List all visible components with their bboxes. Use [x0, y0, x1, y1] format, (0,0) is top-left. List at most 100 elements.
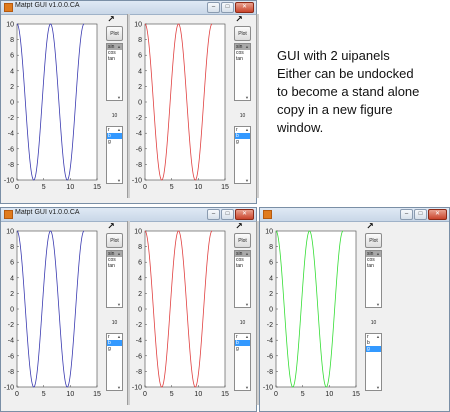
plot-axes[interactable]: 1086420-2-4-6-8-100 5 10 15 — [129, 18, 229, 198]
scroll-down-icon[interactable]: ▼ — [376, 385, 380, 390]
scroll-down-icon[interactable]: ▼ — [376, 302, 380, 307]
list-item[interactable]: tan — [107, 56, 122, 62]
matlab-figure-icon — [4, 3, 13, 12]
list-item[interactable]: tan — [235, 56, 250, 62]
y-tick-label: -10 — [4, 178, 14, 185]
color-listbox[interactable]: r b g ▲ ▼ — [234, 126, 251, 184]
function-listbox[interactable]: sin cos tan ▲ ▼ — [234, 43, 251, 101]
undock-arrow-icon[interactable]: ↗ — [234, 14, 244, 24]
scroll-down-icon[interactable]: ▼ — [245, 178, 249, 183]
title-bar[interactable]: – □ ✕ — [260, 208, 449, 222]
x-tick-label: 10 — [194, 391, 202, 398]
panel-divider — [256, 14, 259, 198]
matlab-figure-icon — [263, 210, 272, 219]
x-tick-label: 10 — [66, 391, 74, 398]
scroll-up-icon[interactable]: ▲ — [117, 127, 121, 132]
undock-arrow-icon[interactable]: ↗ — [234, 221, 244, 231]
scroll-up-icon[interactable]: ▲ — [245, 127, 249, 132]
close-button[interactable]: ✕ — [428, 209, 447, 220]
y-tick-label: 4 — [10, 275, 14, 282]
annotation-line: window. — [277, 120, 324, 135]
scroll-up-icon[interactable]: ▲ — [245, 251, 249, 256]
number-field[interactable]: 10 — [234, 319, 251, 327]
close-button[interactable]: ✕ — [235, 209, 254, 220]
y-tick-label: 0 — [269, 307, 273, 314]
maximize-button[interactable]: □ — [414, 209, 427, 220]
y-tick-label: -10 — [132, 178, 142, 185]
x-tick-label: 0 — [15, 184, 19, 191]
function-listbox[interactable]: sin cos tan ▲ ▼ — [365, 250, 382, 308]
plot-button[interactable]: Plot — [106, 26, 123, 41]
function-listbox[interactable]: sin cos tan ▲ ▼ — [234, 250, 251, 308]
list-item[interactable]: g — [235, 346, 250, 352]
list-item[interactable]: tan — [107, 263, 122, 269]
scroll-down-icon[interactable]: ▼ — [117, 385, 121, 390]
minimize-button[interactable]: – — [207, 209, 220, 220]
undock-arrow-icon[interactable]: ↗ — [106, 221, 116, 231]
scroll-down-icon[interactable]: ▼ — [245, 385, 249, 390]
close-button[interactable]: ✕ — [235, 2, 254, 13]
scroll-up-icon[interactable]: ▲ — [376, 251, 380, 256]
x-tick-label: 0 — [143, 184, 147, 191]
scroll-up-icon[interactable]: ▲ — [117, 334, 121, 339]
scroll-down-icon[interactable]: ▼ — [117, 95, 121, 100]
function-listbox[interactable]: sin cos tan ▲ ▼ — [106, 250, 123, 308]
plot-button[interactable]: Plot — [365, 233, 382, 248]
number-field[interactable]: 10 — [106, 112, 123, 120]
y-tick-label: -4 — [8, 131, 14, 138]
plot-axes[interactable]: 1086420-2-4-6-8-100 5 10 15 — [1, 225, 101, 405]
color-listbox[interactable]: r b g ▲ ▼ — [234, 333, 251, 391]
color-listbox[interactable]: r b g ▲ ▼ — [106, 333, 123, 391]
number-field[interactable]: 10 — [365, 319, 382, 327]
y-tick-label: 6 — [269, 260, 273, 267]
plot-button[interactable]: Plot — [234, 233, 251, 248]
number-field[interactable]: 10 — [234, 112, 251, 120]
scroll-up-icon[interactable]: ▲ — [376, 334, 380, 339]
function-listbox[interactable]: sin cos tan ▲ ▼ — [106, 43, 123, 101]
list-item[interactable]: g — [366, 346, 381, 352]
y-tick-label: 4 — [269, 275, 273, 282]
scroll-up-icon[interactable]: ▲ — [117, 44, 121, 49]
scroll-down-icon[interactable]: ▼ — [245, 95, 249, 100]
plot-button[interactable]: Plot — [106, 233, 123, 248]
scroll-down-icon[interactable]: ▼ — [245, 302, 249, 307]
maximize-button[interactable]: □ — [221, 2, 234, 13]
maximize-button[interactable]: □ — [221, 209, 234, 220]
color-listbox[interactable]: r b g ▲ ▼ — [106, 126, 123, 184]
list-item[interactable]: g — [235, 139, 250, 145]
uipanel: 10 8 6 4 2 0 -2 -4 -6 -8 -10 0 5 10 15 ↗ Plot sin cos tan ▲ ▼… — [129, 14, 259, 198]
scroll-up-icon[interactable]: ▲ — [245, 334, 249, 339]
minimize-button[interactable]: – — [400, 209, 413, 220]
title-bar[interactable]: Matpt GUI v1.0.0.CA – □ ✕ — [1, 208, 256, 222]
y-tick-label: -6 — [8, 146, 14, 153]
x-tick-label: 15 — [93, 184, 101, 191]
annotation-line: copy in a new figure — [277, 102, 393, 117]
axes-box — [144, 230, 226, 388]
plot-axes[interactable]: 1086420-2-4-6-8-100 5 10 15 — [1, 18, 101, 198]
plot-button[interactable]: Plot — [234, 26, 251, 41]
undock-arrow-icon[interactable]: ↗ — [106, 14, 116, 24]
x-tick-label: 10 — [194, 184, 202, 191]
plot-axes[interactable]: 1086420-2-4-6-8-100 5 10 15 — [129, 225, 229, 405]
undock-arrow-icon[interactable]: ↗ — [365, 221, 375, 231]
list-item[interactable]: tan — [235, 263, 250, 269]
y-tick-label: 0 — [138, 307, 142, 314]
scroll-down-icon[interactable]: ▼ — [117, 302, 121, 307]
number-field[interactable]: 10 — [106, 319, 123, 327]
minimize-button[interactable]: – — [207, 2, 220, 13]
title-bar[interactable]: Matpt GUI v1.0.0.CA – □ ✕ — [1, 1, 256, 15]
scroll-up-icon[interactable]: ▲ — [117, 251, 121, 256]
scroll-down-icon[interactable]: ▼ — [117, 178, 121, 183]
list-item[interactable]: g — [107, 346, 122, 352]
list-item[interactable]: g — [107, 139, 122, 145]
panel-divider — [256, 221, 259, 405]
x-tick-label: 5 — [42, 391, 46, 398]
y-tick-label: -10 — [263, 385, 273, 392]
list-item[interactable]: tan — [366, 263, 381, 269]
color-listbox[interactable]: r b g ▲ ▼ — [365, 333, 382, 391]
y-tick-label: -2 — [8, 322, 14, 329]
plot-axes[interactable]: 1086420-2-4-6-8-100 5 10 15 — [260, 225, 360, 405]
y-tick-label: 8 — [10, 244, 14, 251]
scroll-up-icon[interactable]: ▲ — [245, 44, 249, 49]
annotation-line: GUI with 2 uipanels — [277, 48, 390, 63]
